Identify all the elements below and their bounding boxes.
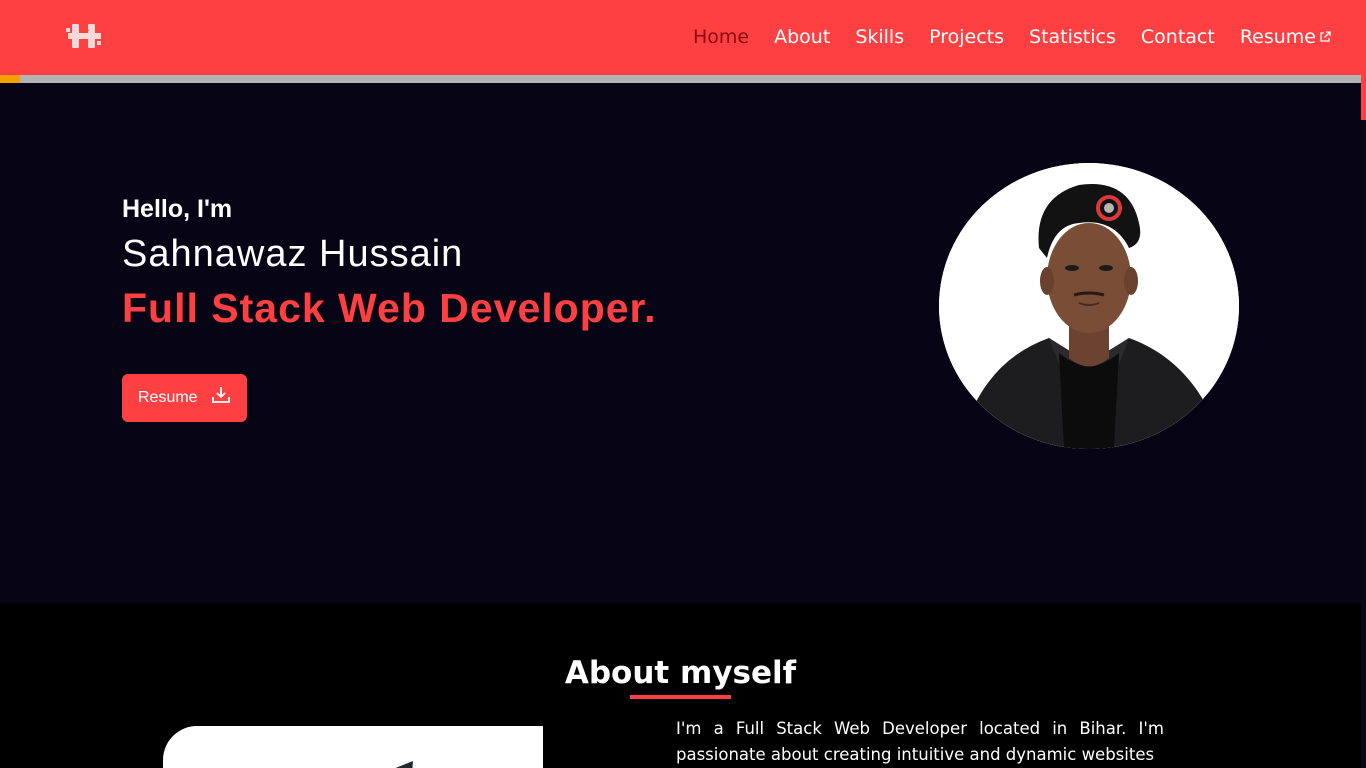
about-title: About myself	[564, 655, 797, 691]
nav-skills[interactable]: Skills	[855, 26, 904, 48]
about-illustration	[163, 726, 543, 768]
about-title-underline	[630, 695, 731, 699]
scrollbar[interactable]	[1361, 0, 1366, 768]
scrollbar-thumb[interactable]	[1361, 0, 1366, 120]
scroll-progress-bar	[0, 75, 1361, 83]
hs-logo-icon[interactable]	[66, 22, 103, 50]
resume-download-button[interactable]: Resume	[122, 374, 247, 422]
hero-section: Hello, I'm Sahnawaz Hussain Full Stack W…	[0, 83, 1361, 603]
nav-resume[interactable]: Resume	[1240, 26, 1331, 48]
navbar: Home About Skills Projects Statistics Co…	[0, 0, 1361, 75]
resume-button-label: Resume	[138, 389, 198, 406]
hero-role: Full Stack Web Developer.	[122, 285, 657, 331]
hero-name: Sahnawaz Hussain	[122, 233, 464, 275]
nav-projects[interactable]: Projects	[929, 26, 1004, 48]
external-link-icon	[1320, 31, 1331, 42]
nav-contact[interactable]: Contact	[1141, 26, 1215, 48]
scroll-progress-fill	[0, 75, 21, 83]
profile-photo	[939, 163, 1239, 449]
download-icon	[211, 387, 230, 403]
nav-statistics[interactable]: Statistics	[1029, 26, 1116, 48]
about-description: I'm a Full Stack Web Developer located i…	[676, 719, 1164, 764]
about-section: About myself I'm a Full Stack Web Develo…	[0, 603, 1361, 768]
hero-greeting: Hello, I'm	[122, 195, 233, 223]
nav-home[interactable]: Home	[693, 26, 749, 48]
nav-about[interactable]: About	[774, 26, 830, 48]
nav-menu: Home About Skills Projects Statistics Co…	[693, 26, 1331, 48]
nav-resume-label: Resume	[1239, 26, 1316, 48]
